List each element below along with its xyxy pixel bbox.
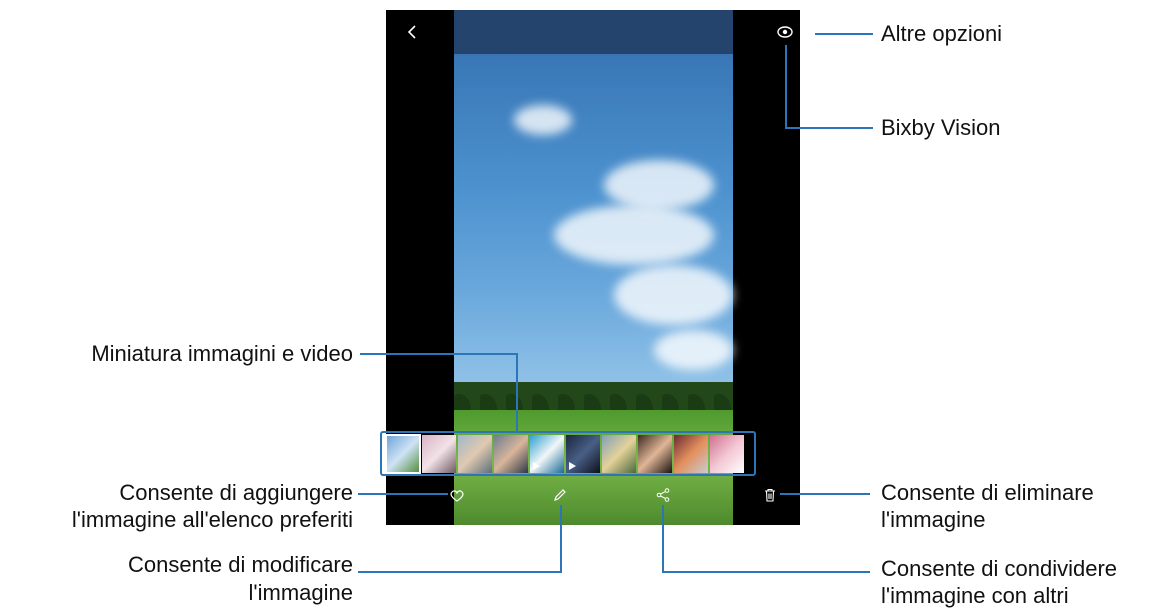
- label-edit-2: l'immagine: [248, 580, 353, 605]
- label-share-2: l'immagine con altri: [881, 583, 1069, 608]
- eye-icon[interactable]: [776, 23, 794, 41]
- label-delete-2: l'immagine: [881, 507, 986, 532]
- callout-line-delete: [780, 493, 870, 495]
- label-more-options: Altre opzioni: [881, 21, 1003, 46]
- photo-top-band: [454, 10, 733, 54]
- callout-line-more-stub: [815, 33, 825, 35]
- pencil-icon[interactable]: [552, 487, 568, 503]
- label-thumbnails: Miniatura immagini e video: [91, 341, 353, 366]
- label-edit-1: Consente di modificare: [127, 552, 353, 577]
- label-bixby-vision: Bixby Vision: [881, 115, 1001, 140]
- callout-line-more: [823, 33, 873, 35]
- heart-icon[interactable]: [449, 488, 465, 504]
- tree-line: [454, 382, 733, 410]
- callout-line-edit-h: [358, 571, 562, 573]
- callout-line-bixby-v: [785, 45, 787, 129]
- callout-line-share-v: [662, 505, 664, 572]
- back-icon[interactable]: [402, 22, 422, 42]
- callout-line-thumbs-h: [360, 353, 518, 355]
- callout-line-thumbs-v: [516, 353, 518, 433]
- callout-line-edit-v: [560, 505, 562, 572]
- label-share-1: Consente di condividere: [881, 556, 1118, 581]
- label-favorite-1: Consente di aggiungere: [119, 480, 353, 505]
- trash-icon[interactable]: [762, 487, 778, 503]
- label-delete-1: Consente di eliminare: [881, 480, 1094, 505]
- label-favorite-2: l'immagine all'elenco preferiti: [71, 507, 353, 532]
- callout-line-favorite: [358, 493, 448, 495]
- callout-line-share-h: [662, 571, 870, 573]
- callout-line-bixby-h: [785, 127, 873, 129]
- share-icon[interactable]: [655, 487, 671, 503]
- thumbnail-callout-box: [380, 431, 756, 476]
